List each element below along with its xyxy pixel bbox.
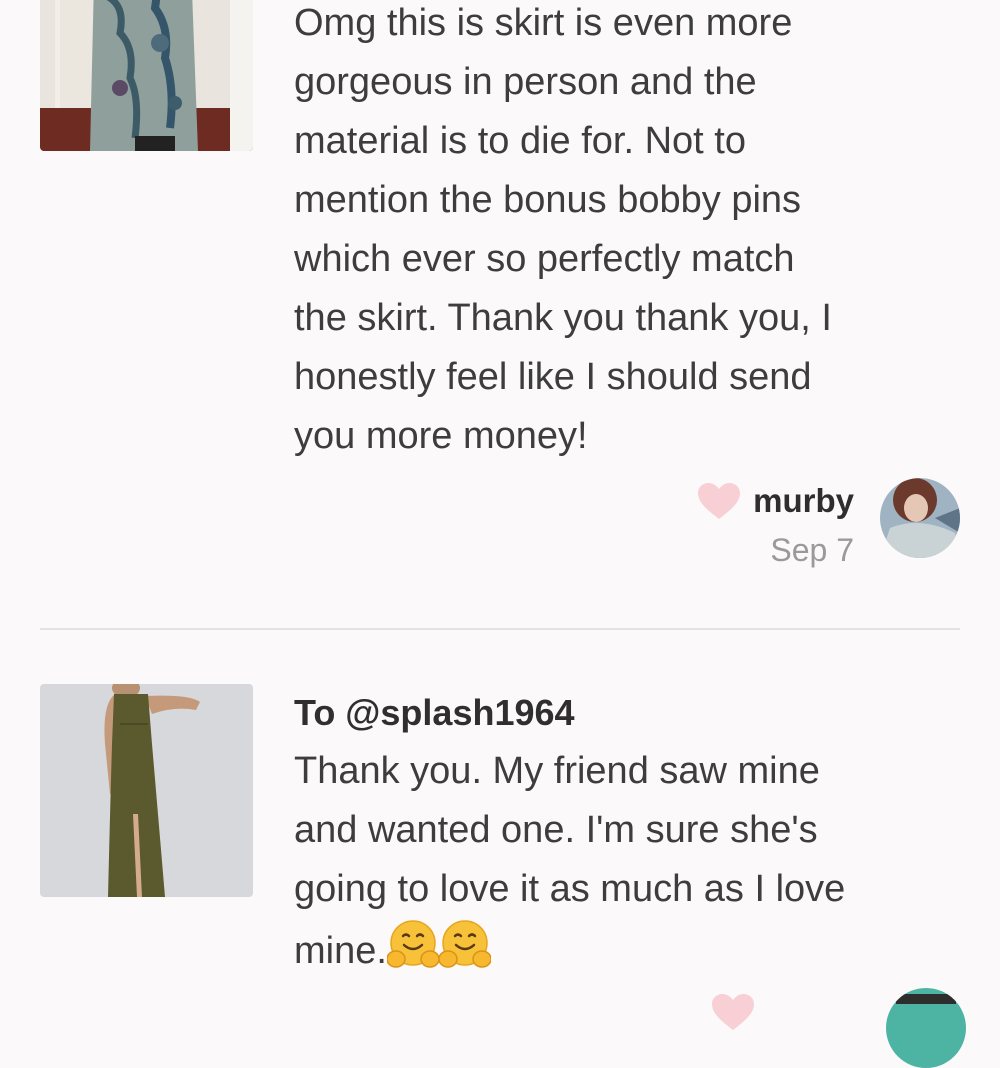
avatar[interactable] — [886, 988, 966, 1068]
username[interactable]: murby — [753, 480, 854, 522]
reply-text: Thank you. My friend saw mine and wanted… — [294, 742, 974, 981]
reply-recipient: To @splash1964 — [294, 692, 575, 733]
review-text: Omg this is skirt is even more gorgeous … — [294, 2, 832, 457]
floral-skirt-photo — [40, 0, 253, 151]
heart-icon[interactable] — [698, 483, 740, 521]
review-thumbnail[interactable] — [40, 0, 253, 151]
hugging-face-emoji — [438, 920, 491, 968]
review-meta: murby Sep 7 — [753, 480, 854, 572]
review-thumbnail[interactable] — [40, 684, 253, 897]
olive-maxi-dress-photo — [40, 684, 253, 897]
review-date: Sep 7 — [770, 532, 854, 568]
reply-text-body: Thank you. My friend saw mine and wanted… — [294, 750, 846, 972]
divider — [40, 628, 960, 630]
hugging-face-emoji — [386, 920, 439, 968]
avatar[interactable] — [880, 478, 960, 558]
